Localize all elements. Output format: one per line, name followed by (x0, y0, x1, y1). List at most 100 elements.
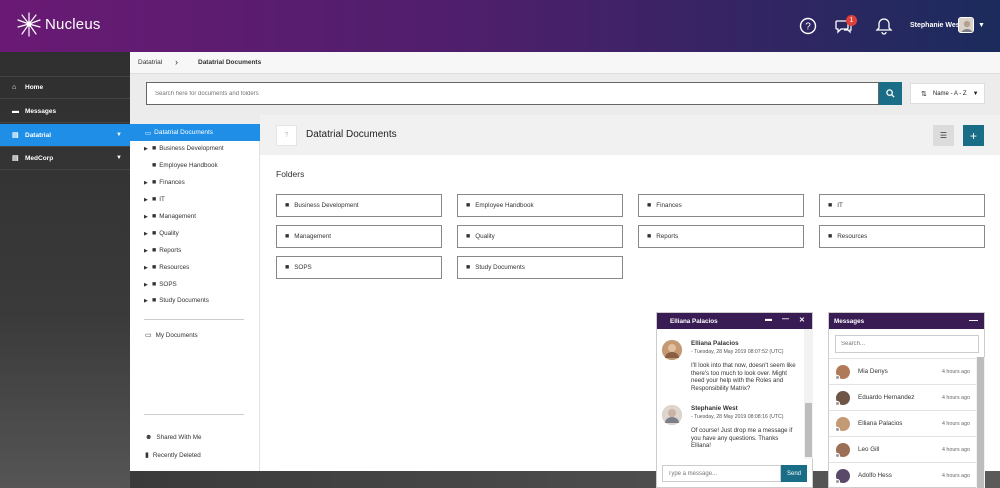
messages-search-field[interactable] (835, 335, 979, 353)
messages-title: Messages (834, 317, 865, 325)
tree-item-business-development[interactable]: ▶ ■ Business Development (144, 145, 224, 152)
drive-icon: ▭ (145, 332, 152, 339)
caret-right-icon[interactable]: ▶ (144, 282, 152, 288)
caret-right-icon[interactable]: ▶ (144, 265, 152, 271)
trash-icon: ▮ (145, 452, 149, 459)
message-text: I'll look into that now, doesn't seem li… (691, 362, 796, 393)
breadcrumb-parent-link[interactable]: Datatrial (138, 59, 162, 66)
nav-item-messages[interactable]: ▬ Messages (0, 100, 130, 123)
nav-item-medcorp[interactable]: ▤ MedCorp ▼ (0, 147, 130, 170)
list-icon: ☰ (939, 131, 948, 140)
folder-icon: ■ (828, 233, 833, 240)
contact-item[interactable]: Eduardo Hernandez 4 hours ago (829, 384, 976, 410)
folder-icon: ■ (152, 230, 157, 237)
recently-deleted-link[interactable]: ▮ Recently Deleted (145, 451, 201, 460)
chat-scrollbar[interactable] (804, 329, 813, 459)
my-documents-link[interactable]: ▭ My Documents (145, 331, 198, 340)
contact-time: 4 hours ago (942, 472, 970, 479)
minimize-icon[interactable]: — (969, 315, 978, 325)
tree-item-employee-handbook[interactable]: ■ Employee Handbook (144, 162, 218, 169)
contact-item[interactable]: Adolfo Hess 4 hours ago (829, 462, 976, 488)
search-input[interactable] (147, 83, 878, 104)
my-documents-label: My Documents (155, 331, 198, 339)
folder-card[interactable]: ■ Management (276, 225, 442, 248)
scrollbar-thumb[interactable] (977, 357, 984, 488)
building-icon: ▤ (12, 155, 19, 162)
minimize-icon[interactable]: — (782, 316, 789, 323)
tree-item-reports[interactable]: ▶ ■ Reports (144, 247, 181, 254)
folder-card[interactable]: ■ Reports (638, 225, 804, 248)
folder-card-label: Reports (656, 233, 679, 240)
folder-card[interactable]: ■ Study Documents (457, 256, 623, 279)
caret-right-icon[interactable]: ▶ (144, 197, 152, 203)
scrollbar-thumb[interactable] (805, 403, 812, 457)
user-name[interactable]: Stephanie West (910, 22, 962, 29)
caret-right-icon[interactable]: ▶ (144, 146, 152, 152)
messages-scrollbar[interactable] (976, 357, 985, 488)
chat-message-field[interactable] (662, 465, 781, 482)
avatar (835, 390, 850, 406)
folder-card[interactable]: ■ Resources (819, 225, 985, 248)
sort-label: Name - A - Z (932, 90, 967, 97)
svg-text:?: ? (805, 22, 811, 33)
folder-icon: ■ (152, 179, 157, 186)
tree-item-quality[interactable]: ▶ ■ Quality (144, 230, 179, 237)
folder-card[interactable]: ■ Finances (638, 194, 804, 217)
shared-with-me-link[interactable]: ☻ Shared With Me (145, 434, 202, 441)
chat-bubbles-icon[interactable]: ▬ (765, 316, 772, 323)
shared-with-me-label: Shared With Me (156, 434, 202, 441)
caret-right-icon[interactable]: ▶ (144, 214, 152, 220)
plus-icon: + (969, 128, 977, 143)
message-input[interactable] (663, 466, 780, 481)
chat-header: Elliana Palacios ▬ — ✕ (657, 313, 812, 329)
folder-card[interactable]: ■ Quality (457, 225, 623, 248)
list-view-button[interactable]: ☰ (933, 125, 954, 146)
chevron-down-icon: ▼ (972, 90, 979, 97)
tree-root-label: Datatrial Documents (154, 129, 214, 136)
sort-dropdown[interactable]: ⇅ Name - A - Z ▼ (910, 83, 985, 104)
bell-icon[interactable] (875, 17, 893, 35)
tree-item-label: Study Documents (159, 297, 209, 304)
tree-item-finances[interactable]: ▶ ■ Finances (144, 179, 185, 186)
tree-item-study-documents[interactable]: ▶ ■ Study Documents (144, 297, 209, 304)
avatar (835, 468, 850, 484)
tree-item-management[interactable]: ▶ ■ Management (144, 213, 196, 220)
contact-item[interactable]: Mia Denys 4 hours ago (829, 358, 976, 384)
status-dot (835, 400, 840, 406)
nav-item-datatrial[interactable]: ▤ Datatrial ▼ (0, 124, 130, 147)
caret-right-icon[interactable]: ▶ (144, 298, 152, 304)
user-menu-chevron-icon[interactable]: ▼ (978, 22, 985, 29)
folder-card[interactable]: ■ SOPS (276, 256, 442, 279)
folder-icon: ■ (466, 233, 471, 240)
caret-right-icon[interactable]: ▶ (144, 231, 152, 237)
tree-item-resources[interactable]: ▶ ■ Resources (144, 264, 189, 271)
tree-item-label: Reports (159, 247, 182, 254)
user-avatar[interactable] (958, 17, 974, 33)
tree-item-label: Resources (159, 264, 190, 271)
caret-right-icon[interactable]: ▶ (144, 180, 152, 186)
messages-search-input[interactable] (836, 336, 978, 352)
contact-item[interactable]: Elliana Palacios 4 hours ago (829, 410, 976, 436)
folder-card[interactable]: ■ IT (819, 194, 985, 217)
tree-item-it[interactable]: ▶ ■ IT (144, 196, 165, 203)
search-button[interactable] (879, 82, 902, 105)
contact-time: 4 hours ago (942, 368, 970, 375)
folder-card[interactable]: ■ Employee Handbook (457, 194, 623, 217)
document-search-field[interactable] (146, 82, 879, 105)
close-icon[interactable]: ✕ (799, 316, 805, 324)
caret-right-icon[interactable]: ▶ (144, 248, 152, 254)
send-button[interactable]: Send (781, 465, 807, 482)
contact-name: Mia Denys (858, 368, 888, 375)
tree-item-sops[interactable]: ▶ ■ SOPS (144, 281, 177, 288)
help-icon[interactable]: ? (799, 17, 817, 35)
tree-root-item[interactable]: ▭ Datatrial Documents (130, 124, 260, 141)
building-icon: ▤ (12, 132, 19, 139)
folder-card[interactable]: ■ Business Development (276, 194, 442, 217)
add-button[interactable]: + (963, 125, 984, 146)
contact-time: 4 hours ago (942, 446, 970, 453)
contact-item[interactable]: Leo Gill 4 hours ago (829, 436, 976, 462)
nucleus-logo[interactable]: Nucleus (16, 11, 101, 37)
status-dot (835, 452, 840, 458)
nav-item-home[interactable]: ⌂ Home (0, 76, 130, 99)
message-text: Of course! Just drop me a message if you… (691, 427, 793, 450)
